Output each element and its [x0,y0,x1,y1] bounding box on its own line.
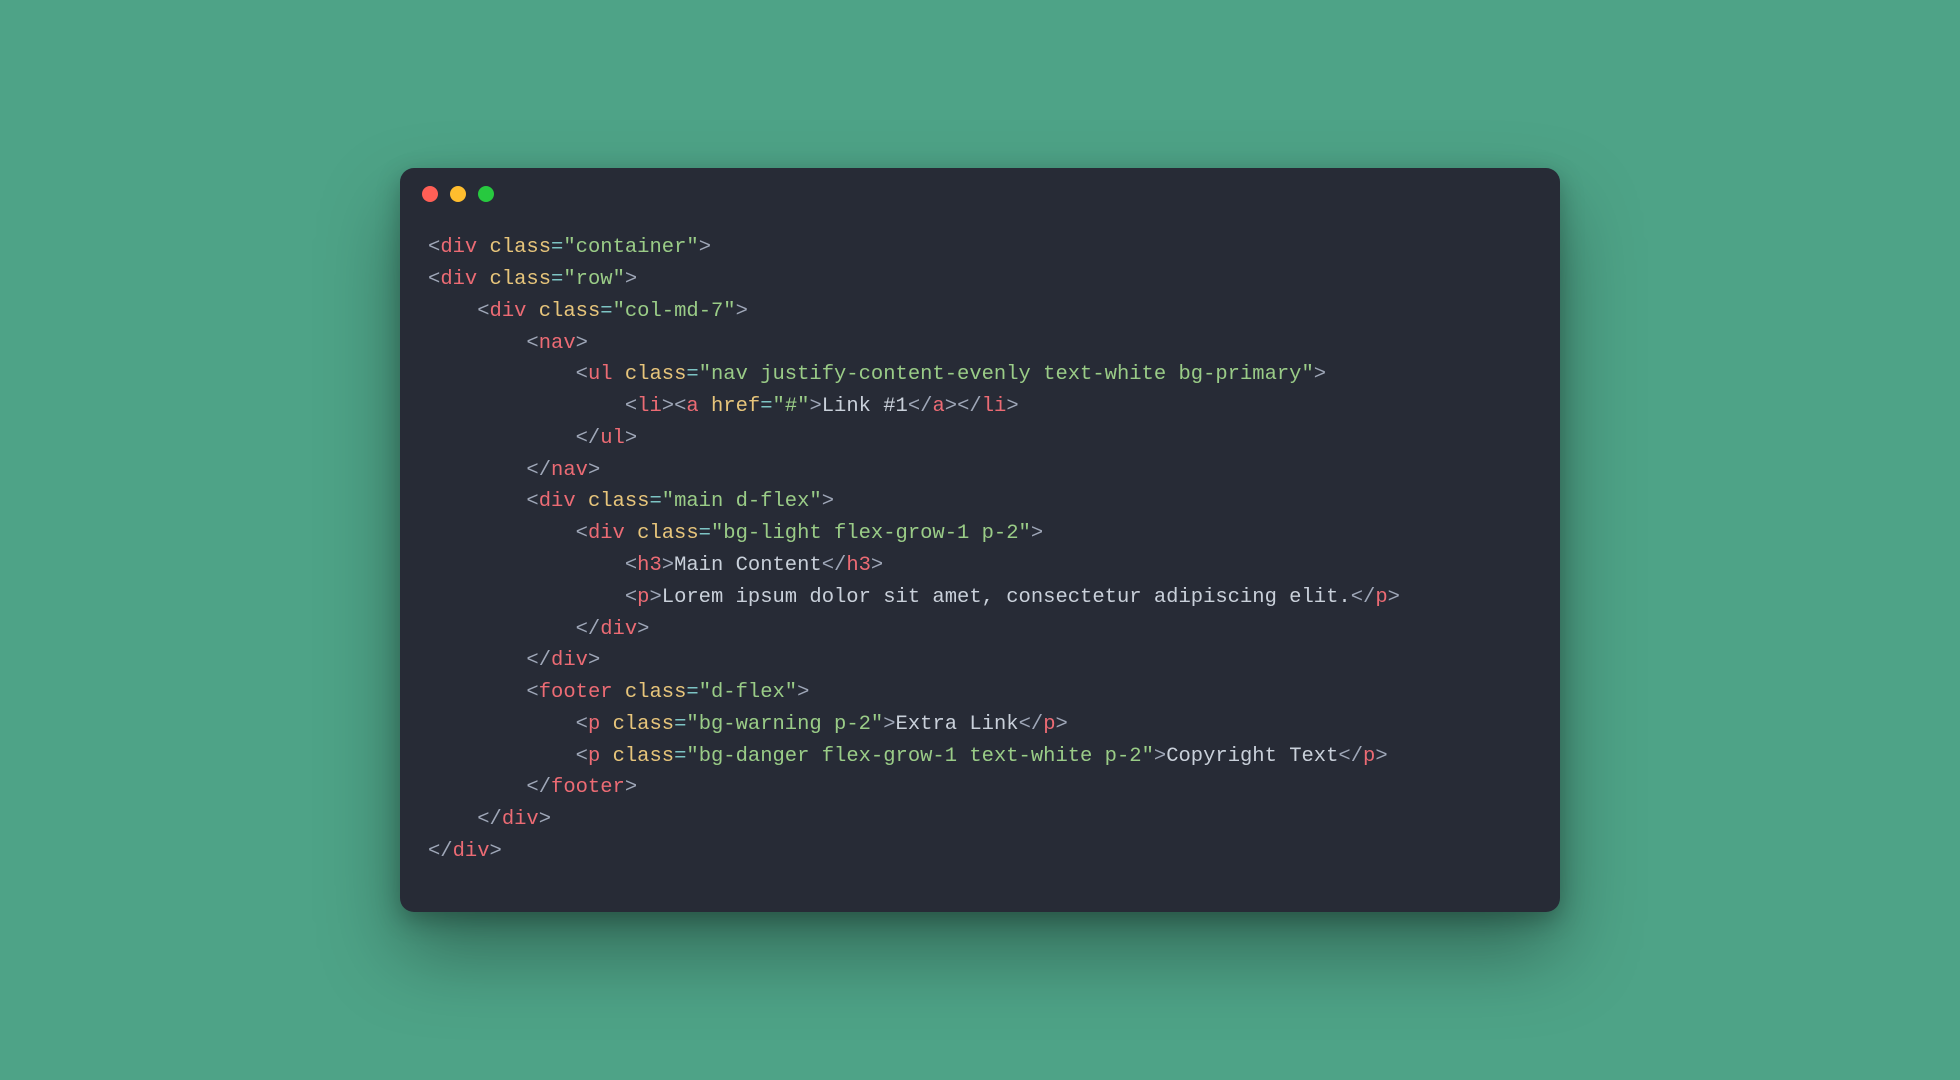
page-background: <div class="container"> <div class="row"… [0,0,1960,1080]
window-zoom-icon[interactable] [478,186,494,202]
window-titlebar [400,168,1560,220]
window-close-icon[interactable] [422,186,438,202]
code-window: <div class="container"> <div class="row"… [400,168,1560,911]
code-editor-content: <div class="container"> <div class="row"… [400,220,1560,875]
window-minimize-icon[interactable] [450,186,466,202]
